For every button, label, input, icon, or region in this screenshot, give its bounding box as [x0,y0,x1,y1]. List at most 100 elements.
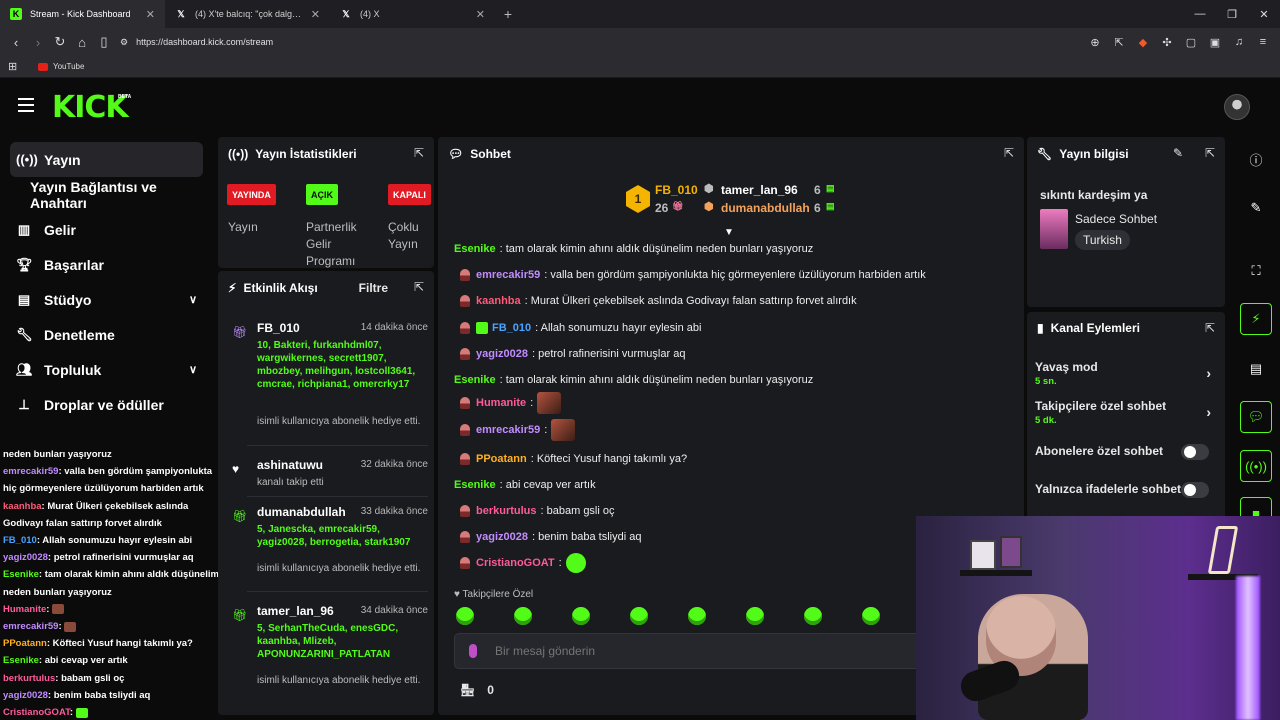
rank-icon: ⬢ [704,183,714,195]
activity-user[interactable]: FB_010 [257,321,300,335]
chat-input[interactable] [495,644,875,658]
broadcast-icon[interactable]: ((•)) [1240,450,1272,482]
fullscreen-icon[interactable]: ⛶ [1240,255,1272,287]
activity-user[interactable]: tamer_lan_96 [257,604,334,618]
back-icon[interactable]: ‹ [6,32,26,52]
browser-tab-x1[interactable]: 𝕏 (4) X'te balcıq: "çok dalgalı tsunami … [165,0,330,28]
badge-icon [460,424,470,436]
share-icon[interactable]: ⇱ [1110,33,1128,51]
chat-username[interactable]: PPoatann [476,453,527,465]
avatar[interactable] [1224,94,1250,120]
maximize-icon[interactable]: ❐ [1216,0,1248,28]
new-tab-icon[interactable]: + [495,6,521,22]
wallet-icon[interactable]: ▣ [1206,33,1224,51]
top-gifter-name[interactable]: FB_010 [655,183,698,197]
activity-user[interactable]: dumanabdullah [257,505,346,519]
chat-username[interactable]: emrecakir59 [476,269,540,281]
activity-user[interactable]: ashinatuwu [257,458,323,472]
edit-icon[interactable]: ✎ [1240,192,1272,224]
sidebar-item-droplar[interactable]: ⊥ Droplar ve ödüller [0,387,215,422]
action-followers-only[interactable]: Takipçilere özel sohbet 5 dk. › [1035,399,1217,426]
hamburger-menu-icon[interactable] [18,98,34,112]
document-icon[interactable]: ▤ [1240,353,1272,385]
emote-icon[interactable] [456,607,474,625]
chat-username[interactable]: kaanhba [476,295,521,307]
filter-button[interactable]: Filtre [359,281,388,295]
close-tab-icon[interactable]: ✕ [146,8,155,21]
chat-username[interactable]: Esenike [454,374,496,386]
action-subscribers-only: Abonelere özel sohbet [1035,444,1217,460]
chevron-down-icon[interactable]: ▼ [724,227,734,238]
emote-icon [551,419,576,441]
stream-category[interactable]: Sadece Sohbet [1075,212,1157,226]
emote-icon[interactable] [630,607,648,625]
forward-icon[interactable]: › [28,32,48,52]
info-icon[interactable]: ⓘ [1240,143,1272,175]
chat-username[interactable]: berkurtulus [476,505,537,517]
chat-username[interactable]: yagiz0028 [476,531,528,543]
popout-icon[interactable]: ⇱ [1205,321,1215,335]
bookmark-icon[interactable]: ▯ [94,32,114,52]
popout-icon[interactable]: ⇱ [414,146,424,160]
close-tab-icon[interactable]: ✕ [311,8,320,21]
panel-title: ▮ Kanal Eylemleri [1037,321,1140,335]
popout-icon[interactable]: ⇱ [414,280,424,294]
apps-grid-icon[interactable]: ⊞ [8,60,20,73]
emote-icon[interactable] [688,607,706,625]
zoom-icon[interactable]: ⊕ [1086,33,1104,51]
sidebar-item-yayin[interactable]: ((•)) Yayın [10,142,203,177]
chevron-down-icon[interactable]: ∨ [189,293,197,306]
chat-username[interactable]: Humanite [476,397,526,409]
chat-username[interactable]: FB_010 [492,322,531,334]
info-title: Yayın bilgisi [1059,147,1129,161]
emote-only-toggle[interactable] [1181,482,1209,498]
chat-username[interactable]: yagiz0028 [476,348,528,360]
reload-icon[interactable]: ↻ [50,32,70,52]
top-gifter-name[interactable]: dumanabdullah [721,201,810,215]
emote-icon[interactable] [804,607,822,625]
sidebar-item-denetleme[interactable]: 🔧︎ Denetleme [0,317,215,352]
browser-tab-kick[interactable]: K Stream - Kick Dashboard ✕ [0,0,165,28]
media-icon[interactable]: ♫ [1230,33,1248,51]
close-window-icon[interactable]: ✕ [1248,0,1280,28]
sidebar-icon[interactable]: ▢ [1182,33,1200,51]
microphone-icon[interactable] [469,644,477,658]
bookmark-youtube[interactable]: YouTube [38,62,84,71]
subscribers-only-toggle[interactable] [1181,444,1209,460]
emote-icon[interactable] [746,607,764,625]
sidebar-item-stream-key[interactable]: Yayın Bağlantısı ve Anahtarı [0,177,215,212]
sidebar-item-gelir[interactable]: ▥ Gelir [0,212,215,247]
chat-username[interactable]: Esenike [454,479,496,491]
emote-icon[interactable] [572,607,590,625]
overlay-chat-line: PPoatann: Köfteci Yusuf hangi takımlı ya… [3,638,193,650]
store-button[interactable]: 🏪︎ 0 [460,683,494,697]
chat-username[interactable]: Esenike [454,243,496,255]
top-gifter-name[interactable]: tamer_lan_96 [721,183,798,197]
emote-icon[interactable] [862,607,880,625]
emote-icon[interactable] [514,607,532,625]
popout-icon[interactable]: ⇱ [1205,146,1215,160]
home-icon[interactable]: ⌂ [72,32,92,52]
chat-text: : tam olarak kimin ahını aldık düşünelim… [499,243,814,255]
close-tab-icon[interactable]: ✕ [476,8,485,21]
popout-icon[interactable]: ⇱ [1004,146,1014,160]
url-field[interactable]: ⚙ https://dashboard.kick.com/stream [120,31,1086,53]
chat-username[interactable]: emrecakir59 [476,424,540,436]
kick-logo[interactable]: KICK [52,90,129,125]
sidebar-item-topluluk[interactable]: 👥︎ Topluluk ∨ [0,352,215,387]
shield-icon: ▮ [1037,321,1044,335]
sidebar-item-studyo[interactable]: ▤ Stüdyo ∨ [0,282,215,317]
browser-tab-x2[interactable]: 𝕏 (4) X ✕ [330,0,495,28]
extensions-icon[interactable]: ✣ [1158,33,1176,51]
chevron-down-icon[interactable]: ∨ [189,363,197,376]
menu-icon[interactable]: ≡ [1254,33,1272,51]
minimize-icon[interactable]: — [1184,0,1216,28]
chat-username[interactable]: CristianoGOAT [476,557,555,569]
chat-bubble-icon[interactable]: 💬︎ [1240,401,1272,433]
sidebar-item-basarilar[interactable]: 🏆︎ Başarılar [0,247,215,282]
lightning-icon[interactable]: ⚡︎ [1240,303,1272,335]
brave-shield-icon[interactable]: ◆ [1134,33,1152,51]
edit-icon[interactable]: ✎ [1173,146,1183,160]
site-settings-icon[interactable]: ⚙ [120,37,128,48]
action-slow-mode[interactable]: Yavaş mod 5 sn. › [1035,360,1217,387]
